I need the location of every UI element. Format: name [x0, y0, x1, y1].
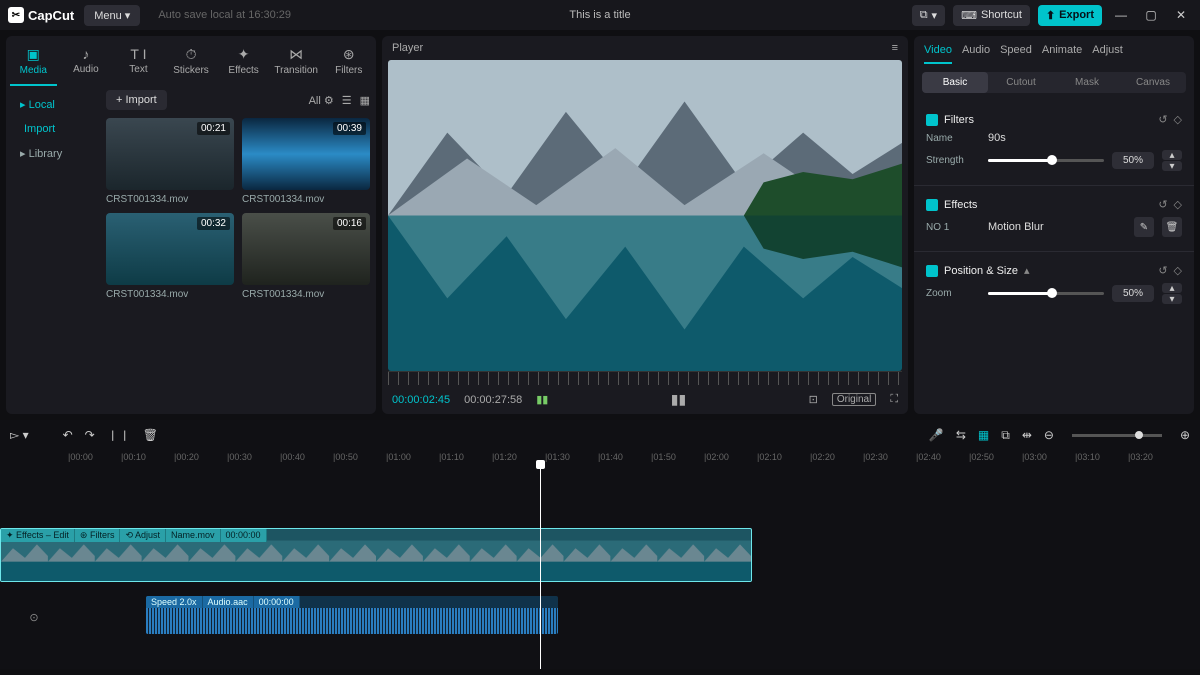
import-button[interactable]: + Import — [106, 90, 167, 110]
reset-icon[interactable]: ↺ — [1158, 113, 1167, 126]
project-title[interactable]: This is a title — [569, 9, 630, 21]
timecode-current: 00:00:02:45 — [392, 394, 450, 406]
step-down-icon[interactable]: ▾ — [1162, 294, 1182, 304]
view-list-icon[interactable]: ☰ — [342, 94, 352, 107]
zoom-out-icon[interactable]: ⊖ — [1044, 428, 1054, 442]
redo-icon[interactable]: ↷ — [85, 428, 95, 442]
tool-tab-stickers[interactable]: ⏱Stickers — [168, 42, 215, 86]
view-grid-icon[interactable]: ▦ — [360, 94, 370, 107]
tool-tab-text[interactable]: T IText — [115, 42, 162, 86]
inspector-tab-audio[interactable]: Audio — [962, 44, 990, 64]
timeline-panel: ▻ ▾ ↶ ↷ 〡〡 🗑 🎤 ⇆ ▦ ⧉ ⇹ ⊖ ⊕ |00:00|00:10|… — [0, 420, 1200, 669]
zoom-slider-timeline[interactable] — [1072, 434, 1162, 437]
inspector-panel: Video Audio Speed Animate Adjust BasicCutout… — [914, 36, 1194, 414]
strength-slider[interactable] — [988, 159, 1104, 162]
media-panel: ▣Media♪AudioT IText⏱Stickers✦Effects⋈Tra… — [6, 36, 376, 414]
position-title: Position & Size — [944, 265, 1018, 277]
reset-icon[interactable]: ↺ — [1158, 264, 1167, 277]
mic-icon[interactable]: 🎤 — [929, 428, 944, 442]
topbar: ✂ CapCut Menu ▾ Auto save local at 16:30… — [0, 0, 1200, 30]
player-panel: Player ≡ 00:00:02:45 00:00:27:58 ▮▮ ▮▮ ⊡… — [382, 36, 908, 414]
effect-name: Motion Blur — [988, 221, 1126, 233]
player-viewport[interactable] — [388, 60, 902, 371]
effects-toggle[interactable] — [926, 199, 938, 211]
zoom-in-icon[interactable]: ⊕ — [1180, 428, 1190, 442]
layout-button[interactable]: ⧉ ▾ — [912, 5, 945, 26]
play-pause-button[interactable]: ▮▮ — [671, 391, 686, 408]
zoom-slider[interactable] — [988, 292, 1104, 295]
tool-tab-transition[interactable]: ⋈Transition — [273, 42, 320, 86]
keyframe-icon[interactable]: ◇ — [1174, 264, 1182, 277]
inspector-subtab-cutout[interactable]: Cutout — [988, 72, 1054, 93]
audio-clip[interactable]: Speed 2.0xAudio.aac00:00:00 — [146, 596, 558, 634]
magnet-icon[interactable]: ▦ — [978, 428, 989, 442]
sidenav-library[interactable]: ▸ Library — [12, 141, 94, 166]
select-tool-icon[interactable]: ▻ ▾ — [10, 428, 29, 442]
tool-tab-filters[interactable]: ⊛Filters — [325, 42, 372, 86]
keyframe-icon[interactable]: ◇ — [1174, 113, 1182, 126]
delete-icon[interactable]: 🗑 — [143, 428, 158, 442]
player-label: Player — [392, 42, 423, 54]
media-thumb[interactable]: 00:21CRST001334.mov — [106, 118, 234, 205]
maximize-icon[interactable]: ▢ — [1140, 8, 1162, 22]
tool-tab-audio[interactable]: ♪Audio — [63, 42, 110, 86]
player-menu-icon[interactable]: ≡ — [892, 42, 898, 54]
autosave-status: Auto save local at 16:30:29 — [158, 9, 291, 21]
compare-original-button[interactable]: Original — [832, 393, 876, 406]
fullscreen-icon[interactable]: ⛶ — [890, 393, 898, 406]
video-clip[interactable]: ✦ Effects – Edit⊛ Filters⟲ AdjustName.mo… — [0, 528, 752, 582]
media-thumb[interactable]: 00:39CRST001334.mov — [242, 118, 370, 205]
media-thumb[interactable]: 00:16CRST001334.mov — [242, 213, 370, 300]
app-logo: ✂ CapCut — [8, 7, 74, 23]
sidenav-import[interactable]: Import — [12, 117, 94, 141]
logo-icon: ✂ — [8, 7, 24, 23]
sidenav-local[interactable]: ▸ Local — [12, 92, 94, 117]
player-ruler[interactable] — [388, 371, 902, 385]
zoom-value[interactable]: 50% — [1112, 285, 1154, 302]
media-thumb[interactable]: 00:32CRST001334.mov — [106, 213, 234, 300]
tool-tab-media[interactable]: ▣Media — [10, 42, 57, 86]
strength-value[interactable]: 50% — [1112, 152, 1154, 169]
keyframe-icon[interactable]: ◇ — [1174, 198, 1182, 211]
lane-audio-icon[interactable]: ⊙ — [29, 611, 38, 624]
snapshot-icon[interactable]: ⊡ — [809, 393, 818, 406]
edit-effect-icon[interactable]: ✎ — [1134, 217, 1154, 237]
inspector-subtab-basic[interactable]: Basic — [922, 72, 988, 93]
close-icon[interactable]: ✕ — [1170, 8, 1192, 22]
inspector-tab-video[interactable]: Video — [924, 44, 952, 64]
inspector-tab-speed[interactable]: Speed — [1000, 44, 1032, 64]
minimize-icon[interactable]: — — [1110, 8, 1132, 22]
undo-icon[interactable]: ↶ — [63, 428, 73, 442]
timecode-total: 00:00:27:58 — [464, 394, 522, 406]
split-icon[interactable]: 〡〡 — [107, 427, 131, 444]
tool-tab-effects[interactable]: ✦Effects — [220, 42, 267, 86]
effects-title: Effects — [944, 199, 977, 211]
align-icon[interactable]: ⇹ — [1022, 428, 1032, 442]
timeline-ruler[interactable]: |00:00|00:10|00:20|00:30|00:40|00:50|01:… — [0, 450, 1200, 466]
playhead[interactable] — [540, 466, 541, 669]
inspector-subtab-canvas[interactable]: Canvas — [1120, 72, 1186, 93]
menu-button[interactable]: Menu ▾ — [84, 5, 140, 26]
inspector-tab-adjust[interactable]: Adjust — [1092, 44, 1123, 64]
export-button[interactable]: ⬆ Export — [1038, 5, 1102, 26]
filter-all[interactable]: All ⚙ — [309, 94, 334, 107]
audio-meter-icon[interactable]: ▮▮ — [536, 393, 548, 406]
filters-title: Filters — [944, 114, 974, 126]
reset-icon[interactable]: ↺ — [1158, 198, 1167, 211]
filter-name-value: 90s — [988, 132, 1006, 144]
step-up-icon[interactable]: ▴ — [1162, 283, 1182, 293]
inspector-tab-animate[interactable]: Animate — [1042, 44, 1082, 64]
step-down-icon[interactable]: ▾ — [1162, 161, 1182, 171]
zoom-mode-icon[interactable]: ⇆ — [956, 428, 966, 442]
delete-effect-icon[interactable]: 🗑 — [1162, 217, 1182, 237]
step-up-icon[interactable]: ▴ — [1162, 150, 1182, 160]
position-toggle[interactable] — [926, 265, 938, 277]
shortcut-button[interactable]: ⌨ Shortcut — [953, 5, 1030, 26]
filters-toggle[interactable] — [926, 114, 938, 126]
app-name: CapCut — [28, 8, 74, 23]
link-icon[interactable]: ⧉ — [1001, 428, 1010, 443]
inspector-subtab-mask[interactable]: Mask — [1054, 72, 1120, 93]
